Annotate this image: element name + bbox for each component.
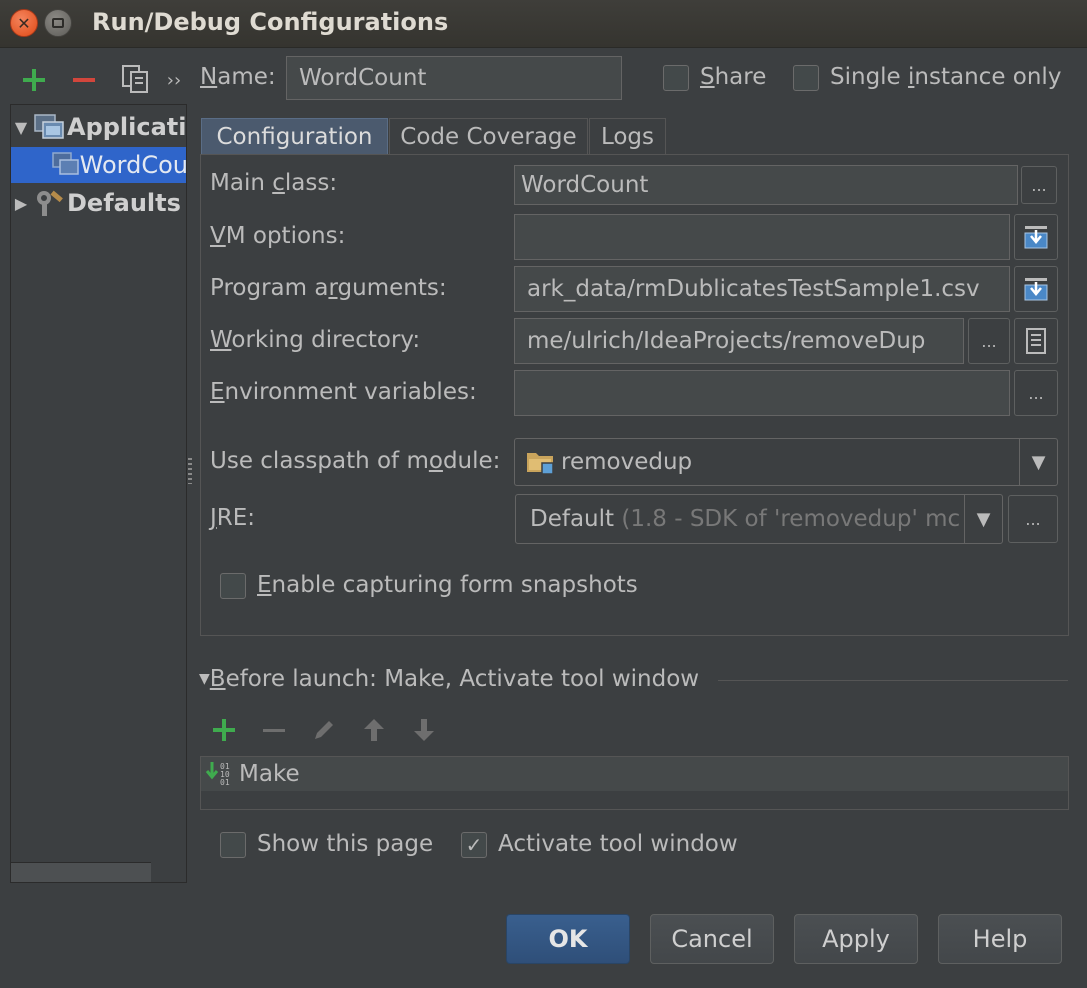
edit-environment-variables-button[interactable]: ...: [1014, 370, 1058, 416]
activate-tool-window-checkbox[interactable]: ✓: [461, 832, 487, 858]
tree-item-label: Applicati: [67, 113, 187, 141]
ok-button[interactable]: OK: [506, 914, 630, 964]
close-icon: ✕: [17, 13, 31, 33]
single-instance-label: Single instance only: [830, 64, 1062, 90]
main-class-label: Main class:: [210, 170, 338, 196]
expanded-arrow-icon: ▼: [14, 117, 28, 137]
browse-working-directory-button[interactable]: ...: [968, 318, 1010, 364]
sidebar-horizontal-scrollbar[interactable]: [11, 862, 151, 882]
form-snapshots-label: Enable capturing form snapshots: [257, 572, 638, 598]
tab-code-coverage[interactable]: Code Coverage: [389, 118, 588, 155]
working-directory-input[interactable]: me/ulrich/IdeaProjects/removeDup: [514, 318, 964, 364]
show-page-checkbox[interactable]: [220, 832, 246, 858]
browse-jre-button[interactable]: ...: [1008, 495, 1058, 543]
expand-field-icon: [1024, 226, 1048, 249]
application-icon: [34, 114, 64, 139]
remove-task-button[interactable]: [258, 714, 290, 746]
minus-icon: [73, 78, 95, 82]
name-input[interactable]: WordCount: [286, 56, 622, 100]
dropdown-arrow-icon: ▼: [964, 495, 1002, 543]
list-item-label: Make: [239, 761, 300, 787]
environment-variables-input[interactable]: [514, 370, 1010, 416]
jre-label: JRE:: [210, 505, 256, 531]
list-item[interactable]: 01 10 01 Make: [201, 757, 1068, 791]
double-chevron-right-icon: ››: [166, 69, 182, 91]
remove-configuration-button[interactable]: [68, 64, 100, 96]
plus-icon: [23, 69, 45, 91]
add-task-button[interactable]: [208, 714, 240, 746]
more-actions-button[interactable]: ››: [162, 66, 186, 94]
classpath-module-select[interactable]: removedup ▼: [514, 438, 1058, 486]
add-configuration-button[interactable]: [18, 64, 50, 96]
tree-item-wordcount[interactable]: WordCou: [11, 147, 187, 183]
splitter-handle[interactable]: [188, 458, 192, 484]
tab-logs[interactable]: Logs: [589, 118, 666, 155]
share-checkbox[interactable]: [663, 65, 689, 91]
dropdown-arrow-icon: ▼: [1019, 439, 1057, 485]
help-button[interactable]: Help: [938, 914, 1062, 964]
cancel-button[interactable]: Cancel: [650, 914, 774, 964]
vm-options-label: VM options:: [210, 223, 346, 249]
program-arguments-input[interactable]: ark_data/rmDublicatesTestSample1.csv: [514, 266, 1010, 312]
tree-item-defaults[interactable]: ▶ Defaults: [11, 185, 186, 221]
apply-button[interactable]: Apply: [794, 914, 918, 964]
move-task-down-button[interactable]: [408, 714, 440, 746]
title-bar: ✕ Run/Debug Configurations: [0, 0, 1087, 48]
browse-main-class-button[interactable]: ...: [1021, 166, 1057, 204]
window-title: Run/Debug Configurations: [92, 8, 449, 36]
share-label: Share: [700, 64, 767, 90]
main-class-input[interactable]: WordCount: [514, 165, 1018, 205]
make-icon: 01 10 01: [205, 762, 230, 787]
configuration-tree: ▼ Applicati WordCou ▶ Defaults: [10, 104, 187, 883]
collapse-arrow-icon: ▼: [199, 671, 210, 687]
copy-configuration-button[interactable]: [118, 62, 152, 96]
checkmark-icon: ✓: [465, 833, 483, 857]
insert-macro-button[interactable]: [1014, 318, 1058, 364]
before-launch-task-list: 01 10 01 Make: [200, 756, 1069, 810]
minimize-icon: [52, 18, 64, 28]
classpath-module-value: removedup: [561, 449, 693, 475]
expand-field-icon: [1024, 278, 1048, 301]
copy-icon: [122, 65, 148, 93]
tree-item-label: Defaults: [67, 189, 181, 217]
module-folder-icon: [527, 453, 554, 475]
vm-options-input[interactable]: [514, 214, 1010, 260]
application-config-icon: [52, 152, 79, 175]
tree-item-label: WordCou: [79, 151, 187, 179]
minus-icon: [263, 729, 285, 732]
pencil-icon: [315, 721, 333, 739]
name-label: Name:: [200, 64, 276, 90]
tree-item-application[interactable]: ▼ Applicati: [11, 109, 187, 145]
show-page-label: Show this page: [257, 831, 434, 857]
classpath-module-label: Use classpath of module:: [210, 448, 501, 474]
before-launch-toggle[interactable]: ▼Before launch: Make, Activate tool wind…: [199, 666, 699, 692]
tab-configuration[interactable]: Configuration: [201, 118, 388, 155]
working-directory-label: Working directory:: [210, 327, 421, 353]
jre-value: Default (1.8 - SDK of 'removedup' mc: [530, 506, 961, 532]
move-task-up-button[interactable]: [358, 714, 390, 746]
wrench-icon: [37, 190, 63, 216]
minimize-window-button[interactable]: [44, 9, 72, 37]
environment-variables-label: Environment variables:: [210, 379, 477, 405]
svg-text:01: 01: [220, 778, 230, 787]
section-divider: [718, 680, 1068, 681]
edit-task-button[interactable]: [308, 714, 340, 746]
collapsed-arrow-icon: ▶: [14, 193, 28, 213]
program-arguments-label: Program arguments:: [210, 275, 447, 301]
close-window-button[interactable]: ✕: [10, 9, 38, 37]
jre-select[interactable]: Default (1.8 - SDK of 'removedup' mc ▼: [515, 494, 1003, 544]
document-icon: [1026, 328, 1046, 354]
arrow-down-icon: [414, 719, 434, 741]
arrow-up-icon: [364, 719, 384, 741]
plus-icon: [213, 719, 235, 741]
single-instance-checkbox[interactable]: [793, 65, 819, 91]
activate-tool-window-label: Activate tool window: [498, 831, 738, 857]
expand-vm-options-button[interactable]: [1014, 214, 1058, 260]
form-snapshots-checkbox[interactable]: [220, 573, 246, 599]
expand-program-arguments-button[interactable]: [1014, 266, 1058, 312]
